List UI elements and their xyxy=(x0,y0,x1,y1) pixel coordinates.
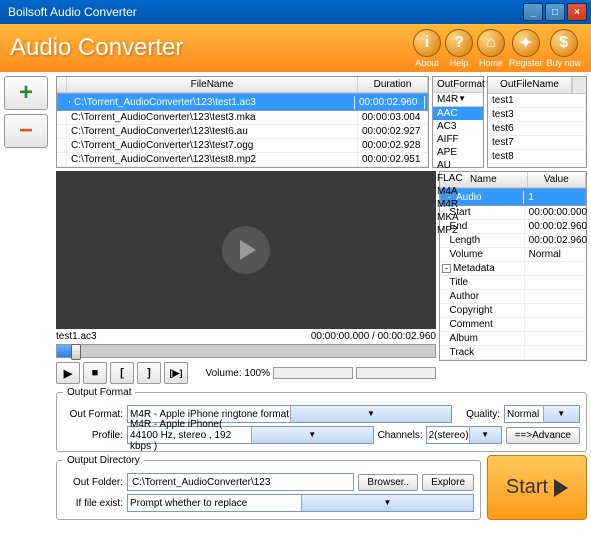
chevron-down-icon: ▼ xyxy=(543,406,580,422)
expand-icon[interactable]: - xyxy=(442,264,451,273)
chevron-down-icon: ▼ xyxy=(458,94,479,105)
outfilename-row[interactable]: test7 xyxy=(488,136,586,150)
remove-file-button[interactable]: − xyxy=(4,114,48,148)
property-row[interactable]: Album xyxy=(440,332,586,346)
start-button[interactable]: Start xyxy=(487,455,587,520)
app-header: Audio Converter iAbout?Help⌂Home✦Registe… xyxy=(0,24,591,72)
browse-button[interactable]: Browser.. xyxy=(358,474,418,491)
if-exist-label: If file exist: xyxy=(63,498,123,509)
time-label: 00:00:00.000 / 00:00:02.960 xyxy=(311,331,436,342)
explore-button[interactable]: Explore xyxy=(422,474,474,491)
play-overlay-button[interactable] xyxy=(222,226,270,274)
property-row[interactable]: Comment xyxy=(440,318,586,332)
outfilename-row[interactable]: test3 xyxy=(488,108,586,122)
quality-select[interactable]: Normal▼ xyxy=(504,405,580,423)
out-folder-input[interactable] xyxy=(127,473,354,491)
slider-thumb[interactable] xyxy=(71,344,81,360)
format-option[interactable]: MKA xyxy=(433,211,483,224)
volume-slider[interactable] xyxy=(273,367,353,379)
chevron-down-icon: ▼ xyxy=(290,406,451,422)
outformat-select[interactable]: M4R▼ xyxy=(433,93,483,107)
output-format-group: Output Format Out Format: M4R - Apple iP… xyxy=(56,387,587,452)
trim-slider[interactable] xyxy=(356,367,436,379)
format-option[interactable]: AAC xyxy=(433,107,483,120)
header-home-button[interactable]: ⌂Home xyxy=(477,29,505,68)
format-option[interactable]: AIFF xyxy=(433,133,483,146)
file-row[interactable]: C:\Torrent_AudioConverter\123\test7.ogg0… xyxy=(57,139,428,153)
out-format-label: Out Format: xyxy=(63,409,123,420)
header-buy-now-button[interactable]: $Buy now xyxy=(546,29,581,68)
mark-in-button[interactable]: [ xyxy=(110,362,134,384)
play-button[interactable]: ▶ xyxy=(56,362,80,384)
add-file-button[interactable]: + xyxy=(4,76,48,110)
file-row[interactable]: C:\Torrent_AudioConverter\123\test1.ac30… xyxy=(57,93,428,111)
help-icon: ? xyxy=(445,29,473,57)
scrollbar[interactable] xyxy=(572,77,586,93)
outfilename-row[interactable]: test1 xyxy=(488,94,586,108)
if-exist-select[interactable]: Prompt whether to replace▼ xyxy=(127,494,474,512)
format-option[interactable]: M4R xyxy=(433,198,483,211)
channels-label: Channels: xyxy=(378,430,422,441)
property-row[interactable]: VolumeNormal xyxy=(440,248,586,262)
play-icon xyxy=(554,479,568,497)
col-filename[interactable]: FileName xyxy=(67,77,358,92)
mark-out-button[interactable]: ] xyxy=(137,362,161,384)
property-row[interactable]: Author xyxy=(440,290,586,304)
format-option[interactable]: AC3 xyxy=(433,120,483,133)
video-preview xyxy=(56,171,436,329)
file-row[interactable]: C:\Torrent_AudioConverter\123\test3.mka0… xyxy=(57,111,428,125)
app-title: Audio Converter xyxy=(10,34,413,62)
maximize-button[interactable]: □ xyxy=(545,3,565,21)
format-option[interactable]: M4A xyxy=(433,185,483,198)
property-row[interactable]: Title xyxy=(440,276,586,290)
col-duration[interactable]: Duration xyxy=(358,77,428,92)
close-button[interactable]: × xyxy=(567,3,587,21)
format-option[interactable]: MP2 xyxy=(433,224,483,237)
about-icon: i xyxy=(413,29,441,57)
volume-label: Volume: 100% xyxy=(206,368,271,379)
format-option[interactable]: APE xyxy=(433,146,483,159)
seek-slider[interactable] xyxy=(56,344,436,358)
file-row[interactable]: C:\Torrent_AudioConverter\123\test6.au00… xyxy=(57,125,428,139)
register-icon: ✦ xyxy=(512,29,540,57)
chevron-down-icon: ▼ xyxy=(469,427,501,443)
chevron-down-icon: ▼ xyxy=(301,495,473,511)
mark-clip-button[interactable]: [▶] xyxy=(164,362,188,384)
stop-button[interactable]: ■ xyxy=(83,362,107,384)
outfilename-row[interactable]: test6 xyxy=(488,122,586,136)
col-prop-value[interactable]: Value xyxy=(528,172,586,187)
profile-label: Profile: xyxy=(63,430,123,441)
file-table[interactable]: FileName Duration C:\Torrent_AudioConver… xyxy=(56,76,429,168)
chevron-down-icon: ▼ xyxy=(251,427,373,443)
outfilename-column[interactable]: OutFileName test1test3test6test7test8 xyxy=(487,76,587,168)
out-folder-label: Out Folder: xyxy=(63,477,123,488)
channels-select[interactable]: 2(stereo)▼ xyxy=(426,426,502,444)
file-row[interactable]: C:\Torrent_AudioConverter\123\test8.mp20… xyxy=(57,153,428,167)
format-option[interactable]: FLAC xyxy=(433,172,483,185)
advance-button[interactable]: ==>Advance xyxy=(506,427,580,444)
titlebar[interactable]: Boilsoft Audio Converter _ □ × xyxy=(0,0,591,24)
play-icon xyxy=(240,240,256,260)
header-help-button[interactable]: ?Help xyxy=(445,29,473,68)
window-title: Boilsoft Audio Converter xyxy=(4,5,523,19)
current-file-label: test1.ac3 xyxy=(56,331,311,342)
property-row[interactable]: -Metadata xyxy=(440,262,586,276)
profile-select[interactable]: M4R - Apple iPhone( 44100 Hz, stereo , 1… xyxy=(127,426,374,444)
property-row[interactable]: Track xyxy=(440,346,586,360)
property-row[interactable]: Copyright xyxy=(440,304,586,318)
outfilename-row[interactable]: test8 xyxy=(488,150,586,164)
outformat-column[interactable]: OutFormat M4R▼ AACAC3AIFFAPEAUFLACM4AM4R… xyxy=(432,76,484,168)
buy now-icon: $ xyxy=(550,29,578,57)
header-about-button[interactable]: iAbout xyxy=(413,29,441,68)
output-directory-group: Output Directory Out Folder: Browser.. E… xyxy=(56,455,481,520)
minimize-button[interactable]: _ xyxy=(523,3,543,21)
home-icon: ⌂ xyxy=(477,29,505,57)
format-option[interactable]: AU xyxy=(433,159,483,172)
quality-label: Quality: xyxy=(456,409,500,420)
header-register-button[interactable]: ✦Register xyxy=(509,29,543,68)
